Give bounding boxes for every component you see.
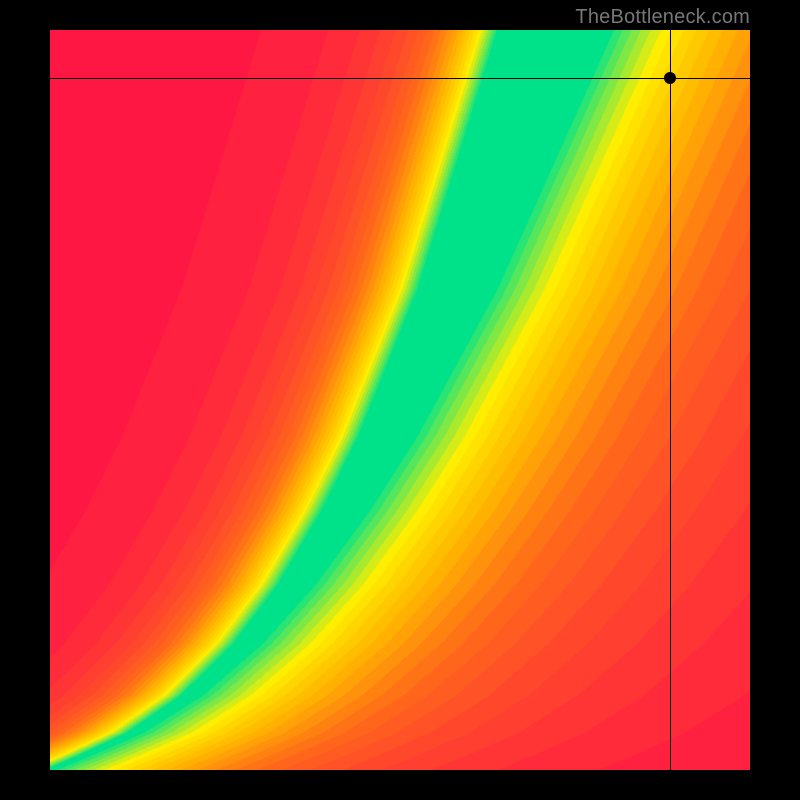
crosshair-horizontal bbox=[50, 78, 750, 79]
plot-area bbox=[50, 30, 750, 770]
attribution-label: TheBottleneck.com bbox=[575, 6, 750, 29]
heatmap-canvas bbox=[50, 30, 750, 770]
chart-frame: TheBottleneck.com bbox=[0, 0, 800, 800]
crosshair-vertical bbox=[670, 30, 671, 770]
data-point-marker bbox=[664, 72, 676, 84]
